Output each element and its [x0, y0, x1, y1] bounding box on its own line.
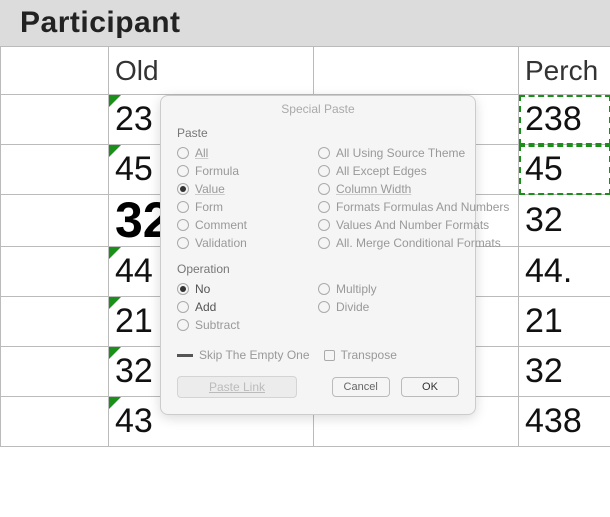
- error-indicator-icon: [109, 397, 121, 409]
- radio-label: All: [195, 146, 208, 160]
- dialog-title: Special Paste: [161, 96, 475, 120]
- error-indicator-icon: [109, 247, 121, 259]
- cell[interactable]: [1, 145, 109, 195]
- radio-label: Divide: [336, 300, 369, 314]
- cell[interactable]: [1, 297, 109, 347]
- cell[interactable]: [1, 247, 109, 297]
- cell[interactable]: [1, 195, 109, 247]
- col-header-c[interactable]: [314, 47, 519, 95]
- radio-label: Values And Number Formats: [336, 218, 489, 232]
- radio-label: Validation: [195, 236, 247, 250]
- radio-label: Add: [195, 300, 216, 314]
- paste-option[interactable]: Validation: [177, 234, 318, 252]
- radio-label: All Except Edges: [336, 164, 427, 178]
- radio-icon: [318, 283, 330, 295]
- operation-option[interactable]: Subtract: [177, 316, 318, 334]
- error-indicator-icon: [109, 297, 121, 309]
- col-header-a[interactable]: [1, 47, 109, 95]
- radio-label: Subtract: [195, 318, 240, 332]
- radio-icon: [177, 201, 189, 213]
- radio-icon: [177, 301, 189, 313]
- operation-option[interactable]: Divide: [318, 298, 459, 316]
- radio-icon: [177, 283, 189, 295]
- operation-option[interactable]: Add: [177, 298, 318, 316]
- radio-icon: [177, 183, 189, 195]
- radio-label: All Using Source Theme: [336, 146, 465, 160]
- paste-option[interactable]: All. Merge Conditional Formats: [318, 234, 509, 252]
- dash-icon: [177, 354, 193, 357]
- radio-icon: [177, 319, 189, 331]
- radio-label: Column Width: [336, 182, 411, 196]
- radio-label: No: [195, 282, 210, 296]
- radio-label: Value: [195, 182, 225, 196]
- paste-option[interactable]: Comment: [177, 216, 318, 234]
- skip-empty-label[interactable]: Skip The Empty One: [199, 348, 310, 362]
- error-indicator-icon: [109, 347, 121, 359]
- operation-section-label: Operation: [177, 262, 459, 276]
- radio-label: Formats Formulas And Numbers: [336, 200, 509, 214]
- radio-label: Multiply: [336, 282, 377, 296]
- radio-label: Form: [195, 200, 223, 214]
- col-header-d[interactable]: Perch: [519, 47, 610, 95]
- paste-option[interactable]: Formats Formulas And Numbers: [318, 198, 509, 216]
- radio-icon: [318, 183, 330, 195]
- paste-section-label: Paste: [177, 126, 459, 140]
- cell[interactable]: 45: [519, 145, 610, 195]
- paste-link-button[interactable]: Paste Link: [177, 376, 297, 398]
- radio-icon: [318, 219, 330, 231]
- cell[interactable]: 32: [519, 195, 610, 247]
- paste-option[interactable]: Form: [177, 198, 318, 216]
- special-paste-dialog: Special Paste Paste All Formula Value Form C…: [160, 95, 476, 415]
- operation-option[interactable]: No: [177, 280, 318, 298]
- transpose-checkbox[interactable]: [324, 350, 335, 361]
- radio-icon: [177, 147, 189, 159]
- cell[interactable]: [1, 95, 109, 145]
- transpose-label: Transpose: [341, 348, 397, 362]
- paste-option[interactable]: Formula: [177, 162, 318, 180]
- radio-label: All. Merge Conditional Formats: [336, 236, 501, 250]
- sheet-title: Participant: [20, 6, 181, 40]
- cell[interactable]: 438: [519, 397, 610, 447]
- ok-button[interactable]: OK: [401, 377, 459, 397]
- radio-icon: [177, 237, 189, 249]
- cell[interactable]: 44.: [519, 247, 610, 297]
- radio-icon: [318, 147, 330, 159]
- radio-icon: [318, 201, 330, 213]
- cancel-button[interactable]: Cancel: [332, 377, 390, 397]
- paste-option[interactable]: All Except Edges: [318, 162, 509, 180]
- cell[interactable]: [1, 347, 109, 397]
- radio-icon: [318, 165, 330, 177]
- paste-option[interactable]: All Using Source Theme: [318, 144, 509, 162]
- cell[interactable]: [1, 397, 109, 447]
- radio-label: Formula: [195, 164, 239, 178]
- paste-option[interactable]: Values And Number Formats: [318, 216, 509, 234]
- radio-icon: [177, 219, 189, 231]
- radio-label: Comment: [195, 218, 247, 232]
- operation-option[interactable]: Multiply: [318, 280, 459, 298]
- cell[interactable]: 21: [519, 297, 610, 347]
- col-header-b[interactable]: Old: [109, 47, 314, 95]
- radio-icon: [177, 165, 189, 177]
- paste-option[interactable]: Column Width: [318, 180, 509, 198]
- error-indicator-icon: [109, 145, 121, 157]
- error-indicator-icon: [109, 95, 121, 107]
- sheet-title-bar: Participant: [0, 0, 610, 46]
- radio-icon: [318, 237, 330, 249]
- cell[interactable]: 238: [519, 95, 610, 145]
- cell[interactable]: 32: [519, 347, 610, 397]
- radio-icon: [318, 301, 330, 313]
- paste-option[interactable]: All: [177, 144, 318, 162]
- paste-option[interactable]: Value: [177, 180, 318, 198]
